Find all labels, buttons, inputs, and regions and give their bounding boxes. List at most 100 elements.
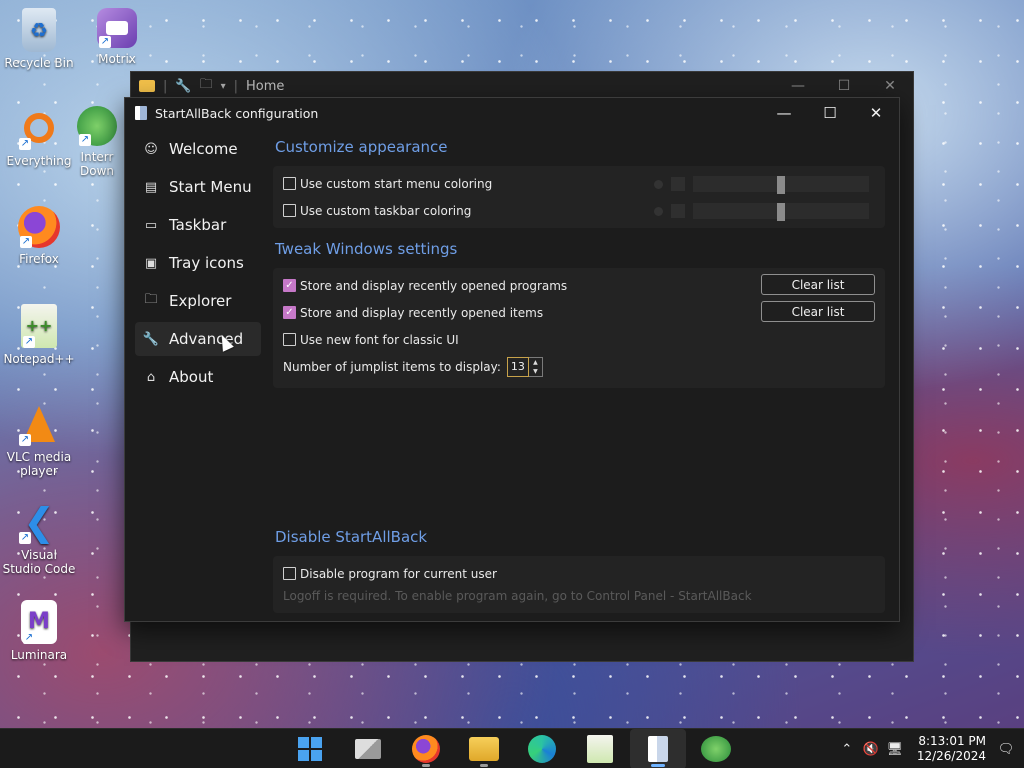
jumplist-input[interactable]: 13	[506, 356, 529, 377]
start-menu-color-controls	[654, 176, 869, 194]
maximize-button[interactable]: ☐	[821, 72, 867, 100]
new-font-label[interactable]: Use new font for classic UI	[300, 333, 459, 347]
color-swatch[interactable]	[671, 177, 685, 191]
desktop-icon-recycle-bin[interactable]: ♻ Recycle Bin	[2, 8, 76, 70]
startallback-icon	[648, 736, 668, 762]
wrench-icon[interactable]: 🔧	[175, 79, 191, 94]
edge-icon	[528, 735, 556, 763]
settings-content: Customize appearance Use custom start me…	[273, 132, 885, 613]
nav-item-explorer[interactable]: 🗀 Explorer	[135, 284, 261, 318]
motrix-icon: ↗	[97, 8, 137, 48]
desktop-icon-label: VLC media player	[6, 450, 72, 478]
vlc-icon: ↗	[17, 402, 61, 446]
task-view-icon	[355, 739, 381, 759]
folder-icon	[139, 80, 155, 92]
desktop-icon-firefox[interactable]: ↗ Firefox	[2, 206, 76, 266]
taskbar-firefox[interactable]	[398, 729, 454, 768]
minimize-button[interactable]: —	[775, 72, 821, 100]
nav-item-taskbar[interactable]: ▭ Taskbar	[135, 208, 261, 242]
disable-panel: Disable program for current user Logoff …	[273, 556, 885, 613]
running-indicator	[651, 764, 665, 767]
taskbar-edge[interactable]	[514, 729, 570, 768]
windows-start-icon	[298, 737, 322, 761]
taskbar-coloring-checkbox[interactable]	[283, 204, 296, 217]
taskbar-start-button[interactable]	[282, 729, 338, 768]
desktop-icon-vlc[interactable]: ↗ VLC media player	[2, 402, 76, 478]
nav-item-label: Tray icons	[169, 254, 244, 272]
chevron-down-icon[interactable]: ▾	[221, 81, 226, 92]
color-dot-icon[interactable]	[654, 206, 663, 216]
nav-item-welcome[interactable]: ☺ Welcome	[135, 132, 261, 166]
slider-thumb[interactable]	[777, 176, 785, 194]
recent-programs-label[interactable]: Store and display recently opened progra…	[300, 279, 567, 293]
file-explorer-icon	[469, 737, 499, 761]
network-icon[interactable]: 🖥	[883, 742, 907, 757]
close-button[interactable]: ✕	[853, 98, 899, 128]
taskbar-clock[interactable]: 8:13:01 PM 12/26/2024	[907, 734, 994, 764]
nav-item-about[interactable]: ⌂ About	[135, 360, 261, 394]
new-folder-icon[interactable]: 🗀	[200, 75, 213, 97]
desktop-icon-internet-download[interactable]: ↗ Interr Down	[72, 106, 122, 178]
start-menu-coloring-checkbox[interactable]	[283, 177, 296, 190]
nav-item-label: Start Menu	[169, 178, 252, 196]
maximize-button[interactable]: ☐	[807, 98, 853, 128]
slider-thumb[interactable]	[777, 203, 785, 221]
close-button[interactable]: ✕	[867, 72, 913, 100]
recent-items-label[interactable]: Store and display recently opened items	[300, 306, 543, 320]
recent-items-checkbox[interactable]: ✓	[283, 306, 296, 319]
chevron-up-icon[interactable]: ⌃	[835, 742, 859, 757]
tray-icon: ▣	[144, 255, 158, 271]
explorer-window-controls: — ☐ ✕	[775, 72, 913, 100]
running-indicator	[422, 764, 430, 767]
nav-item-tray-icons[interactable]: ▣ Tray icons	[135, 246, 261, 280]
appearance-panel: Use custom start menu coloring Use custo…	[273, 166, 885, 228]
taskbar-color-slider[interactable]	[693, 203, 869, 221]
taskbar-task-view[interactable]	[340, 729, 396, 768]
tweak-panel: ✓ Store and display recently opened prog…	[273, 268, 885, 388]
jumplist-stepper[interactable]: 13 ▲ ▼	[506, 356, 543, 377]
running-indicator	[480, 764, 488, 767]
desktop-icon-notepad-plus-plus[interactable]: ++ ↗ Notepad++	[2, 304, 76, 366]
desktop-icon-motrix[interactable]: ↗ Motrix	[80, 8, 154, 66]
speaker-muted-icon[interactable]: 🔇	[859, 742, 883, 757]
startallback-config-window[interactable]: StartAllBack configuration — ☐ ✕ ☺ Welco…	[124, 97, 900, 622]
nav-item-start-menu[interactable]: ▤ Start Menu	[135, 170, 261, 204]
taskbar-notepad-plus-plus[interactable]	[572, 729, 628, 768]
color-swatch[interactable]	[671, 204, 685, 218]
taskbar-color-controls	[654, 203, 869, 221]
taskbar-file-explorer[interactable]	[456, 729, 512, 768]
disable-program-checkbox[interactable]	[283, 567, 296, 580]
clear-recent-programs-button[interactable]: Clear list	[761, 274, 875, 295]
taskbar-download-manager[interactable]	[688, 729, 744, 768]
disable-program-row: Disable program for current user	[283, 560, 875, 587]
desktop-icon-vscode[interactable]: ❮ ↗ Visual Studio Code	[2, 500, 76, 576]
new-font-checkbox[interactable]	[283, 333, 296, 346]
taskbar-coloring-label[interactable]: Use custom taskbar coloring	[300, 204, 471, 218]
recycle-bin-icon: ♻	[22, 8, 56, 52]
desktop-icon-label: Firefox	[19, 252, 59, 266]
taskbar-startallback[interactable]	[630, 729, 686, 768]
desktop-icon-everything[interactable]: ↗ Everything	[2, 106, 76, 168]
stepper-down-icon[interactable]: ▼	[529, 367, 542, 376]
notification-icon[interactable]: 🗨	[994, 742, 1018, 757]
minimize-button[interactable]: —	[761, 98, 807, 128]
notepad-plus-plus-icon: ++ ↗	[21, 304, 57, 348]
taskbar-apps	[282, 729, 744, 768]
recent-programs-checkbox[interactable]: ✓	[283, 279, 296, 292]
start-menu-color-slider[interactable]	[693, 176, 869, 194]
disable-program-label[interactable]: Disable program for current user	[300, 567, 497, 581]
system-tray: ⌃ 🔇 🖥 8:13:01 PM 12/26/2024 🗨	[835, 729, 1024, 768]
firefox-icon: ↗	[18, 206, 60, 248]
desktop-icon-luminara[interactable]: M ↗ Luminara	[2, 600, 76, 662]
clock-date: 12/26/2024	[916, 749, 986, 763]
folder-icon: 🗀	[144, 292, 158, 307]
jumplist-label: Number of jumplist items to display:	[283, 359, 501, 374]
clear-recent-items-button[interactable]: Clear list	[761, 301, 875, 322]
nav-item-advanced[interactable]: 🔧 Advanced	[135, 322, 261, 356]
start-menu-coloring-label[interactable]: Use custom start menu coloring	[300, 177, 492, 191]
stepper-up-icon[interactable]: ▲	[529, 358, 542, 367]
start-menu-icon: ▤	[144, 179, 158, 195]
color-dot-icon[interactable]	[654, 179, 663, 189]
separator: |	[233, 78, 239, 94]
internet-download-manager-icon: ↗	[77, 106, 117, 146]
